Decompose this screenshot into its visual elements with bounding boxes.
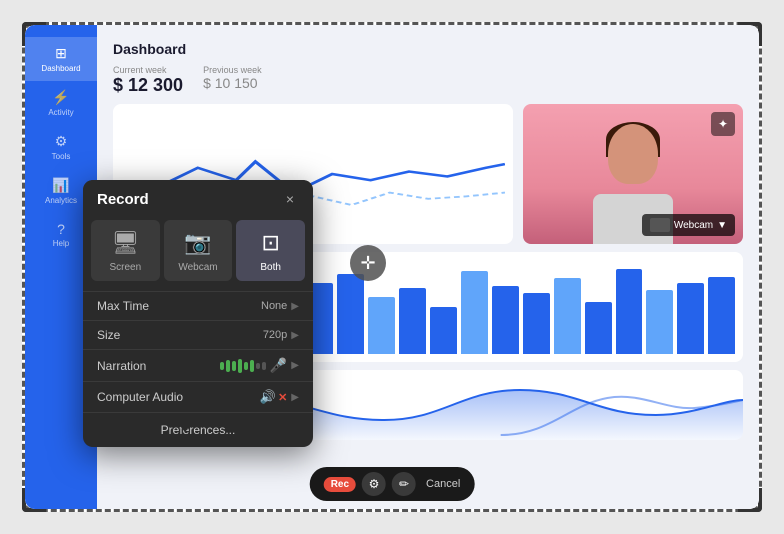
bar-19 bbox=[708, 277, 735, 354]
n-bar-6 bbox=[250, 360, 254, 372]
size-arrow[interactable]: ▶ bbox=[291, 330, 299, 341]
stat-value-current: $ 12 300 bbox=[113, 75, 183, 96]
analytics-icon: 📊 bbox=[52, 177, 69, 194]
gear-icon: ⚙ bbox=[369, 477, 380, 491]
pencil-icon: ✏ bbox=[399, 477, 409, 491]
bar-18 bbox=[677, 283, 704, 354]
n-bar-3 bbox=[232, 361, 236, 371]
bottom-toolbar: Rec ⚙ ✏ Cancel bbox=[310, 467, 475, 501]
dialog-tail bbox=[173, 418, 197, 432]
n-bar-7 bbox=[256, 363, 260, 369]
size-value: 720p bbox=[263, 329, 287, 341]
sidebar-label-help: Help bbox=[53, 239, 69, 248]
toolbar-edit-button[interactable]: ✏ bbox=[392, 472, 416, 496]
mute-icon: ✕ bbox=[278, 391, 287, 404]
n-bar-2 bbox=[226, 360, 230, 372]
rec-badge: Rec bbox=[324, 477, 356, 492]
setting-computer-audio: Computer Audio 🔊 ✕ ▶ bbox=[83, 381, 313, 412]
stats-row: Current week $ 12 300 Previous week $ 10… bbox=[113, 65, 743, 96]
narration-arrow[interactable]: ▶ bbox=[291, 360, 299, 371]
narration-level bbox=[220, 359, 266, 373]
audio-arrow[interactable]: ▶ bbox=[291, 392, 299, 403]
stat-label-previous: Previous week bbox=[203, 65, 262, 75]
move-icon[interactable]: ✛ bbox=[350, 245, 386, 281]
bar-16 bbox=[616, 269, 643, 354]
max-time-label: Max Time bbox=[97, 299, 261, 313]
n-bar-1 bbox=[220, 362, 224, 370]
mode-row: 🖥 Screen 📷 Webcam ⊡ Both bbox=[83, 216, 313, 291]
bar-9 bbox=[399, 288, 426, 354]
webcam-label-bar: Webcam ▼ bbox=[642, 214, 735, 236]
toolbar-settings-button[interactable]: ⚙ bbox=[362, 472, 386, 496]
bar-7 bbox=[337, 274, 364, 354]
tools-icon: ⚙ bbox=[55, 133, 68, 150]
webcam-view: ✦ Webcam ▼ bbox=[523, 104, 743, 244]
close-button[interactable]: × bbox=[281, 190, 299, 208]
webcam-dropdown-arrow[interactable]: ▼ bbox=[717, 220, 727, 231]
audio-status: 🔊 ✕ bbox=[260, 389, 287, 405]
webcam-mode-label: Webcam bbox=[178, 262, 217, 273]
bar-10 bbox=[430, 307, 457, 354]
dialog-title: Record bbox=[97, 191, 149, 208]
page-title: Dashboard bbox=[113, 41, 743, 57]
narration-label: Narration bbox=[97, 359, 220, 373]
bar-11 bbox=[461, 271, 488, 354]
sidebar-label-analytics: Analytics bbox=[45, 196, 77, 205]
stat-label-current: Current week bbox=[113, 65, 183, 75]
dashboard-background: ⊞ Dashboard ⚡ Activity ⚙ Tools 📊 Analyti… bbox=[25, 25, 759, 509]
setting-max-time: Max Time None ▶ bbox=[83, 291, 313, 320]
cancel-button[interactable]: Cancel bbox=[426, 478, 460, 490]
record-dialog: Record × 🖥 Screen 📷 Webcam ⊡ Both bbox=[83, 180, 313, 447]
webcam-thumbnail-small bbox=[650, 218, 670, 232]
screen-icon: 🖥 bbox=[111, 230, 139, 256]
bar-13 bbox=[523, 293, 550, 354]
screen-label: Screen bbox=[109, 262, 141, 273]
bar-14 bbox=[554, 278, 581, 354]
setting-narration: Narration 🎤 ▶ bbox=[83, 349, 313, 381]
max-time-value: None bbox=[261, 300, 287, 312]
both-label: Both bbox=[260, 262, 281, 273]
n-bar-5 bbox=[244, 362, 248, 370]
narration-mic-icon: 🎤 bbox=[270, 357, 287, 374]
sidebar-label-dashboard: Dashboard bbox=[41, 64, 80, 73]
preferences-button[interactable]: Preferences... bbox=[83, 412, 313, 447]
max-time-arrow[interactable]: ▶ bbox=[291, 301, 299, 312]
help-icon: ? bbox=[57, 221, 65, 237]
preferences-label: Preferences... bbox=[161, 423, 236, 437]
sidebar-item-activity[interactable]: ⚡ Activity bbox=[25, 81, 97, 125]
activity-icon: ⚡ bbox=[52, 89, 69, 106]
sidebar-item-dashboard[interactable]: ⊞ Dashboard bbox=[25, 37, 97, 81]
size-label: Size bbox=[97, 328, 263, 342]
webcam-label: Webcam bbox=[674, 220, 713, 231]
bar-15 bbox=[585, 302, 612, 354]
wand-button[interactable]: ✦ bbox=[711, 112, 735, 136]
dashboard-icon: ⊞ bbox=[55, 45, 67, 62]
bar-12 bbox=[492, 286, 519, 354]
both-icon: ⊡ bbox=[261, 230, 279, 256]
bar-8 bbox=[368, 297, 395, 354]
mode-both-button[interactable]: ⊡ Both bbox=[236, 220, 305, 281]
computer-audio-label: Computer Audio bbox=[97, 390, 260, 404]
stat-current-week: Current week $ 12 300 bbox=[113, 65, 183, 96]
sidebar-label-tools: Tools bbox=[52, 152, 71, 161]
stat-previous-week: Previous week $ 10 150 bbox=[203, 65, 262, 96]
mode-webcam-button[interactable]: 📷 Webcam bbox=[164, 220, 233, 281]
speaker-icon: 🔊 bbox=[260, 389, 276, 405]
sidebar-label-activity: Activity bbox=[48, 108, 73, 117]
setting-size: Size 720p ▶ bbox=[83, 320, 313, 349]
mode-screen-button[interactable]: 🖥 Screen bbox=[91, 220, 160, 281]
n-bar-8 bbox=[262, 362, 266, 370]
webcam-mode-icon: 📷 bbox=[184, 230, 211, 256]
person-head bbox=[608, 124, 658, 184]
sidebar-item-tools[interactable]: ⚙ Tools bbox=[25, 125, 97, 169]
bar-17 bbox=[646, 290, 673, 354]
outer-frame: ⊞ Dashboard ⚡ Activity ⚙ Tools 📊 Analyti… bbox=[22, 22, 762, 512]
stat-value-previous: $ 10 150 bbox=[203, 75, 262, 91]
dialog-header: Record × bbox=[83, 180, 313, 216]
n-bar-4 bbox=[238, 359, 242, 373]
